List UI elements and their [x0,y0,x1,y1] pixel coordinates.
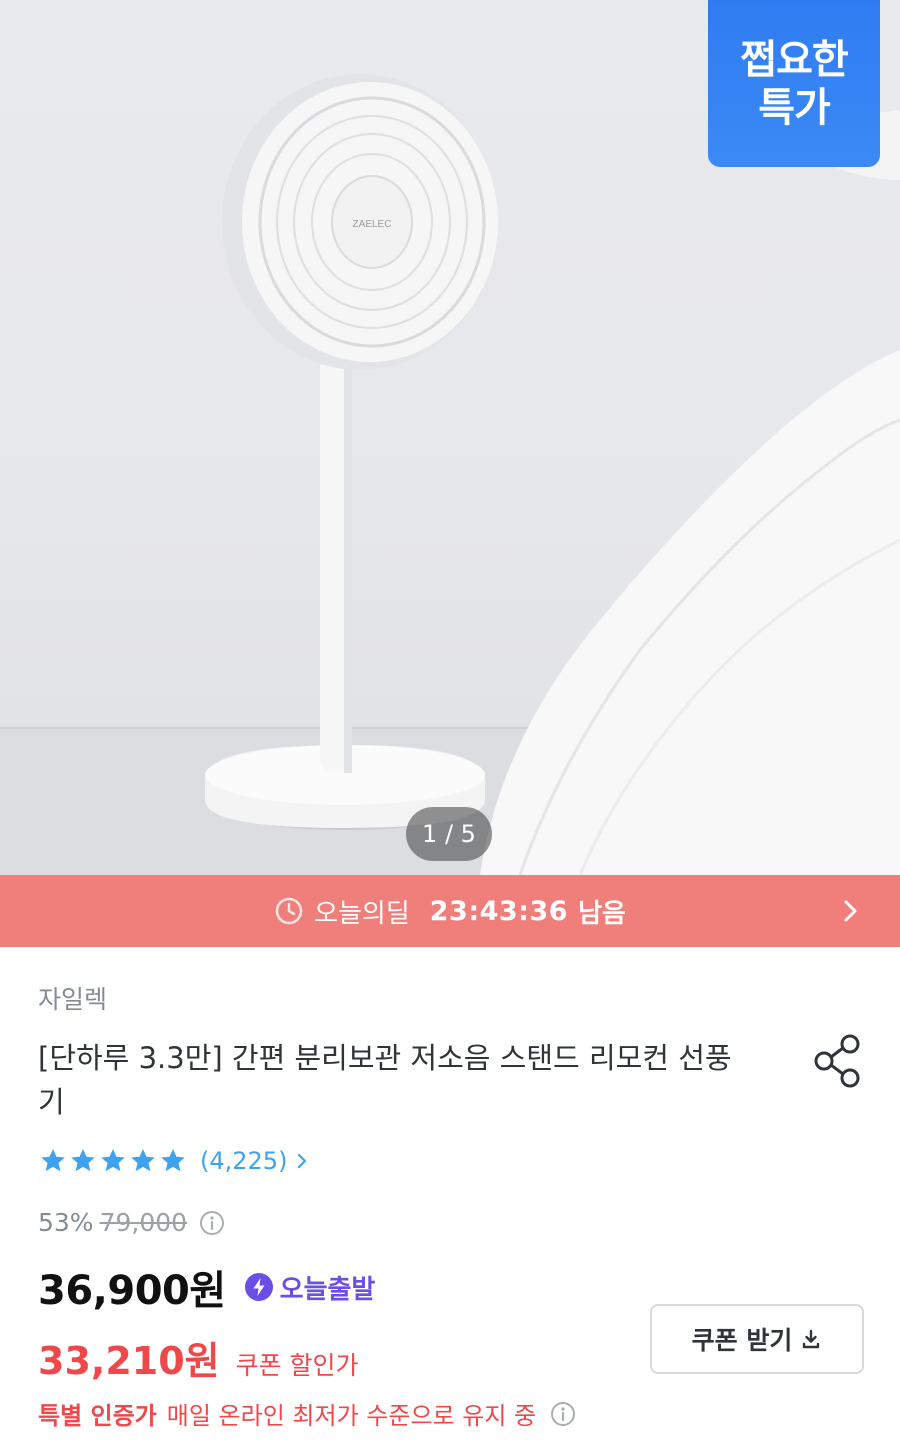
clock-icon [275,897,303,925]
rating-summary[interactable]: (4,225) [38,1146,311,1176]
discount-percent: 53% [38,1208,94,1237]
get-coupon-button[interactable]: 쿠폰 받기 [650,1304,864,1374]
deal-remain: 남음 [578,898,626,929]
svg-text:ZAELEC: ZAELEC [353,219,392,230]
coupon-price-row: 33,210원 쿠폰 할인가 [38,1330,359,1385]
product-image[interactable]: ZAELEC 쩝요한 특가 1 / 5 [0,0,900,875]
info-icon[interactable] [550,1401,576,1427]
brand-name[interactable]: 자일렉 [38,980,107,1016]
badge-line2: 특가 [758,84,831,131]
chevron-right-icon[interactable] [838,899,862,923]
star-icon [161,1149,185,1172]
get-coupon-label: 쿠폰 받기 [691,1326,793,1355]
rating-stars [38,1146,188,1176]
certified-price-text: 매일 온라인 최저가 수준으로 유지 중 [166,1402,537,1430]
star-icon [71,1149,95,1172]
star-icon [41,1149,65,1172]
coupon-price-label: 쿠폰 할인가 [235,1351,359,1380]
star-icon [101,1149,125,1172]
product-title: [단하루 3.3만] 간편 분리보관 저소음 스탠드 리모컨 선풍기 [38,1041,732,1119]
deal-label: 오늘의딜 [314,898,410,929]
today-shipping-badge: 오늘출발 [244,1269,376,1306]
share-icon[interactable] [810,1032,866,1090]
sale-price: 36,900원 [38,1268,226,1314]
chevron-right-icon [298,1153,307,1169]
badge-line1: 쩝요한 [740,36,848,83]
star-icon [131,1149,155,1172]
lightning-icon [244,1273,273,1301]
todays-deal-bar[interactable]: 오늘의딜 23:43:36 남음 [0,875,900,947]
certified-price-label: 특별 인증가 [38,1402,157,1430]
review-count: (4,225) [200,1147,288,1175]
deal-timer: 23:43:36 [429,895,569,927]
certified-price-row: 특별 인증가 매일 온라인 최저가 수준으로 유지 중 [38,1396,576,1431]
original-price: 79,000 [99,1208,188,1237]
image-counter: 1 / 5 [406,807,492,861]
download-icon [803,1329,820,1349]
discount-row: 53% 79,000 [38,1208,225,1237]
price-row: 36,900원 오늘출발 [38,1258,375,1316]
coupon-price: 33,210원 [38,1339,220,1383]
special-deal-badge: 쩝요한 특가 [708,0,880,167]
info-icon[interactable] [199,1210,225,1236]
today-shipping-label: 오늘출발 [279,1274,376,1305]
